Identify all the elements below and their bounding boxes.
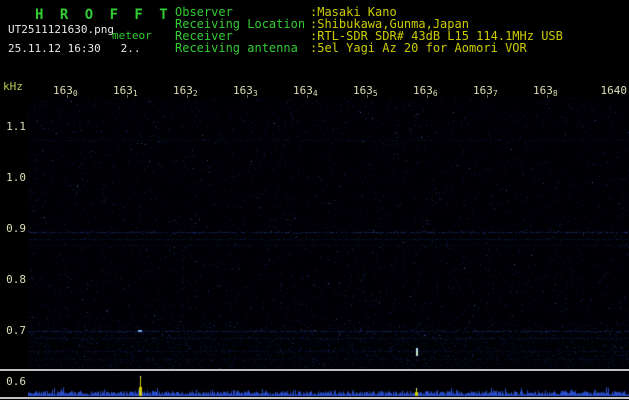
mode-label: meteor bbox=[112, 29, 152, 42]
x-tick-label: 1638 bbox=[533, 84, 558, 98]
y-tick-label: 0.7 bbox=[6, 324, 26, 338]
x-tick-label: 1636 bbox=[413, 84, 438, 98]
x-tick-label: 1632 bbox=[173, 84, 198, 98]
info-label: Receiving antenna bbox=[175, 41, 298, 55]
y-axis-label-column: 1.1 1.0 0.9 0.8 0.7 0.6 bbox=[0, 0, 28, 400]
x-tick-label: 1631 bbox=[113, 84, 138, 98]
x-tick-label: 1630 bbox=[53, 84, 78, 98]
app-title: H R O F F T bbox=[35, 7, 172, 23]
info-value: :5el Yagi Az 20 for Aomori VOR bbox=[310, 41, 527, 55]
x-tick-label: 1640 bbox=[600, 84, 628, 97]
spectrogram-canvas bbox=[28, 98, 629, 370]
signal-level-strip-canvas bbox=[28, 371, 629, 397]
hrofft-spectrogram-screen: H R O F F T UT2511121630.png meteor 25.1… bbox=[0, 0, 629, 400]
x-tick-label: 1634 bbox=[293, 84, 318, 98]
x-tick-label: 1635 bbox=[353, 84, 378, 98]
info-row: Receiving antenna :5el Yagi Az 20 for Aom… bbox=[175, 42, 629, 54]
y-tick-label: 1.1 bbox=[6, 120, 26, 134]
y-tick-label: 0.6 bbox=[6, 375, 26, 389]
station-info-block: Observer:Masaki Kano Receiving Location:S… bbox=[175, 6, 629, 54]
x-tick-label: 1637 bbox=[473, 84, 498, 98]
baseline-line-bottom bbox=[0, 397, 629, 399]
x-tick-label: 1633 bbox=[233, 84, 258, 98]
x-axis-tick-row: 1630 1631 1632 1633 1634 1635 1636 1637 1638 1640 bbox=[0, 84, 629, 98]
y-tick-label: 0.8 bbox=[6, 273, 26, 287]
y-tick-label: 1.0 bbox=[6, 171, 26, 185]
y-tick-label: 0.9 bbox=[6, 222, 26, 236]
